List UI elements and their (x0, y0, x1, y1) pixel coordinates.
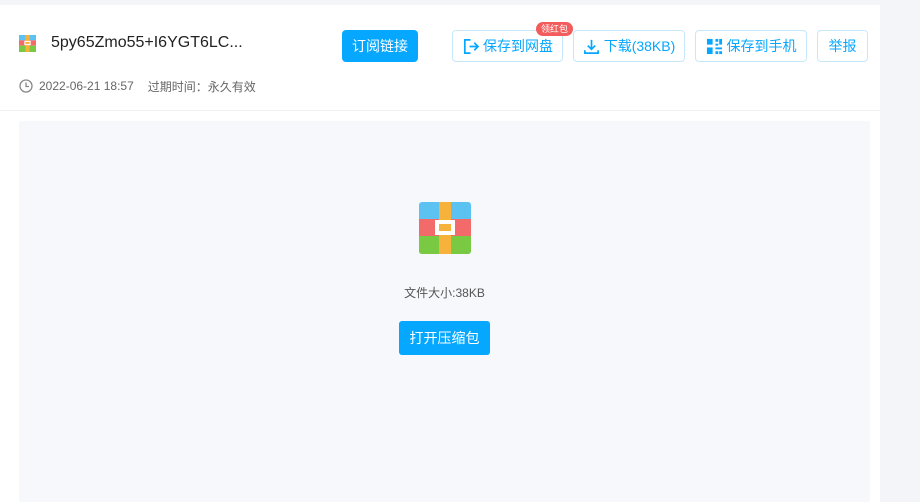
upload-date: 2022-06-21 18:57 (39, 79, 134, 93)
download-button[interactable]: 下载(38KB) (573, 30, 685, 62)
preview-area: 文件大小:38KB 打开压缩包 (19, 121, 870, 502)
file-name: 5py65Zmo55+I6YGT6LC... (51, 34, 243, 51)
red-packet-badge: 领红包 (536, 22, 574, 36)
report-label: 举报 (828, 38, 857, 54)
open-archive-button[interactable]: 打开压缩包 (399, 321, 490, 355)
qr-phone-icon (706, 38, 722, 54)
subscribe-button[interactable]: 订阅链接 (342, 30, 418, 62)
archive-icon (419, 202, 471, 254)
file-size: 文件大小:38KB (404, 286, 485, 300)
report-button[interactable]: 举报 (817, 30, 868, 62)
save-to-disk-label: 保存到网盘 (483, 38, 553, 54)
file-meta: 2022-06-21 18:57 过期时间：永久有效 (19, 78, 256, 94)
save-to-phone-label: 保存到手机 (726, 38, 797, 54)
save-to-disk-icon (463, 38, 479, 54)
clock-icon (19, 79, 33, 93)
expire-time: 过期时间：永久有效 (147, 79, 256, 94)
save-to-phone-button[interactable]: 保存到手机 (695, 30, 807, 62)
share-card: 5py65Zmo55+I6YGT6LC... 订阅链接 保存到网盘 领红包 下载… (0, 5, 880, 502)
archive-icon (19, 35, 36, 52)
download-label: 下载(38KB) (603, 38, 676, 54)
download-icon (583, 39, 599, 54)
file-header: 5py65Zmo55+I6YGT6LC... 订阅链接 保存到网盘 领红包 下载… (0, 5, 880, 111)
